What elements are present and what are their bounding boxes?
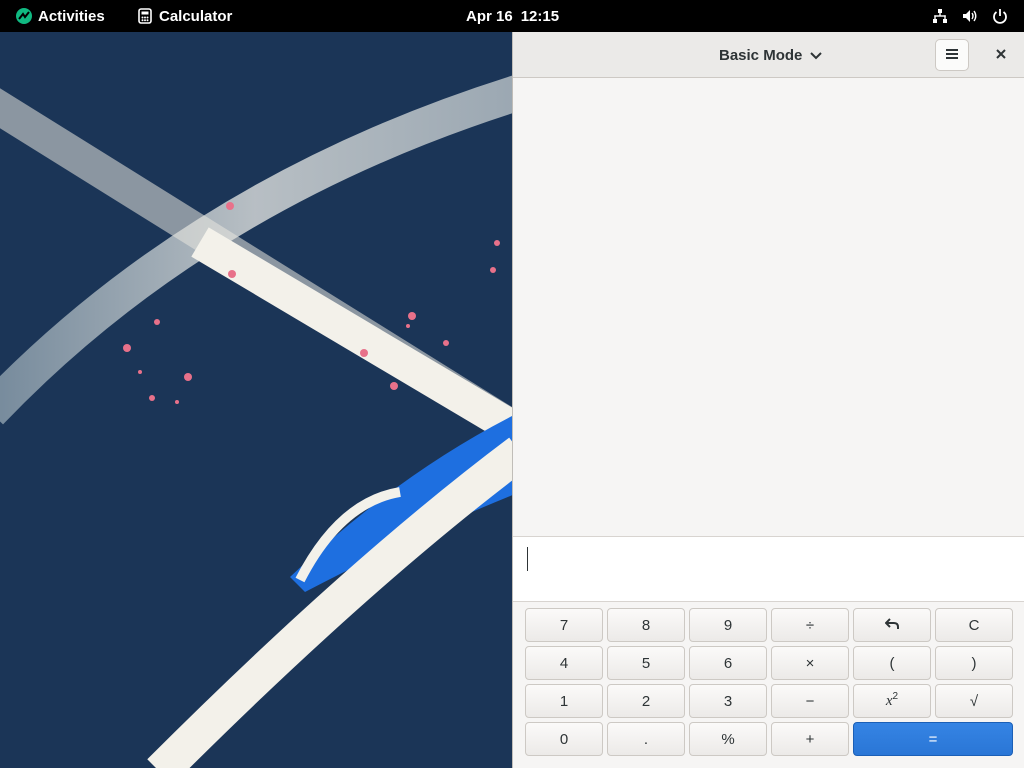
key-clear[interactable]: C bbox=[935, 608, 1013, 642]
clock-time: 12:15 bbox=[520, 7, 560, 25]
top-bar: Activities Calculator Apr 16 12:15 bbox=[0, 0, 1024, 32]
volume-icon bbox=[962, 8, 978, 24]
key-1[interactable]: 1 bbox=[525, 684, 603, 718]
key-subtract[interactable]: − bbox=[771, 684, 849, 718]
mode-label: Basic Mode bbox=[719, 46, 803, 64]
key-3[interactable]: 3 bbox=[689, 684, 767, 718]
header-bar: Basic Mode bbox=[513, 32, 1024, 78]
square-base: x bbox=[885, 692, 893, 709]
close-button[interactable] bbox=[987, 41, 1015, 69]
text-cursor bbox=[527, 547, 528, 571]
activities-label: Activities bbox=[38, 7, 105, 25]
activities-button[interactable]: Activities bbox=[16, 0, 105, 32]
close-icon bbox=[996, 46, 1006, 64]
key-5[interactable]: 5 bbox=[607, 646, 685, 680]
history-area bbox=[513, 78, 1024, 536]
chevron-down-icon bbox=[810, 47, 823, 64]
app-name: Calculator bbox=[159, 7, 233, 25]
undo-button[interactable] bbox=[853, 608, 931, 642]
calculator-icon bbox=[138, 8, 152, 24]
key-4[interactable]: 4 bbox=[525, 646, 603, 680]
key-close-paren[interactable]: ) bbox=[935, 646, 1013, 680]
network-icon bbox=[932, 8, 948, 24]
clock-date: Apr 16 bbox=[466, 7, 513, 25]
key-square[interactable]: x2 bbox=[853, 684, 931, 718]
app-menu[interactable]: Calculator bbox=[138, 0, 232, 32]
key-7[interactable]: 7 bbox=[525, 608, 603, 642]
key-divide[interactable]: ÷ bbox=[771, 608, 849, 642]
key-equals[interactable]: = bbox=[853, 722, 1013, 756]
key-add[interactable]: + bbox=[771, 722, 849, 756]
calculator-window: Basic Mode 7 8 9 ÷ C 4 5 6 × () 1 2 3 −… bbox=[512, 32, 1024, 768]
expression-entry[interactable] bbox=[513, 536, 1024, 602]
key-decimal[interactable]: . bbox=[607, 722, 685, 756]
clock[interactable]: Apr 16 12:15 bbox=[466, 0, 559, 32]
system-tray[interactable] bbox=[932, 0, 1008, 32]
key-8[interactable]: 8 bbox=[607, 608, 685, 642]
key-open-paren[interactable]: ( bbox=[853, 646, 931, 680]
key-0[interactable]: 0 bbox=[525, 722, 603, 756]
key-6[interactable]: 6 bbox=[689, 646, 767, 680]
hamburger-menu-icon bbox=[946, 46, 958, 64]
power-icon bbox=[992, 8, 1008, 24]
key-square-root[interactable]: √ bbox=[935, 684, 1013, 718]
square-exponent: 2 bbox=[892, 690, 899, 702]
rocky-logo-icon bbox=[16, 8, 32, 24]
key-2[interactable]: 2 bbox=[607, 684, 685, 718]
undo-icon bbox=[884, 617, 899, 634]
key-9[interactable]: 9 bbox=[689, 608, 767, 642]
key-multiply[interactable]: × bbox=[771, 646, 849, 680]
mode-selector[interactable]: Basic Mode bbox=[709, 40, 832, 70]
main-menu-button[interactable] bbox=[935, 39, 969, 71]
key-percent[interactable]: % bbox=[689, 722, 767, 756]
desktop-wallpaper bbox=[0, 32, 512, 768]
